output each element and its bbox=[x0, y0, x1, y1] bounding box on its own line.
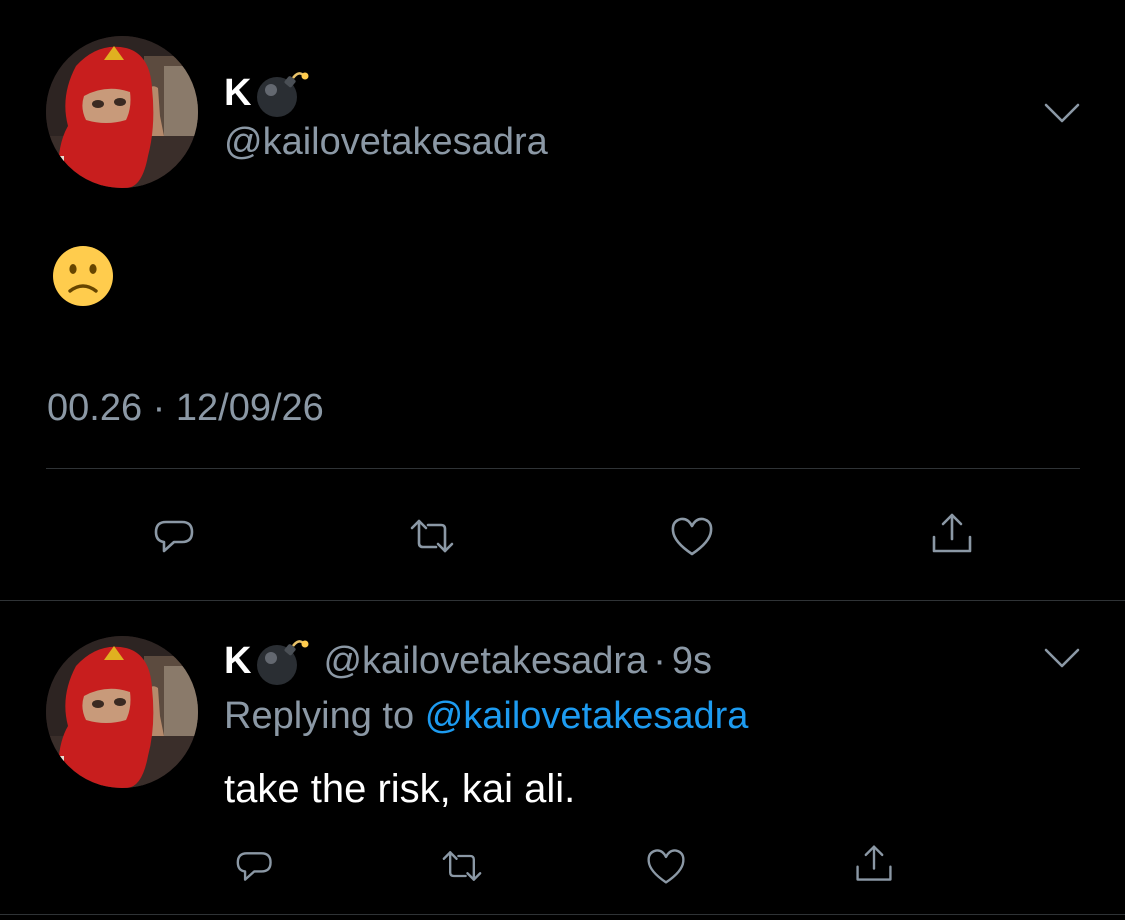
like-button[interactable] bbox=[664, 510, 720, 562]
reply-header: K @kailovetakesadra · 9s bbox=[224, 636, 712, 686]
replying-prefix: Replying to bbox=[224, 695, 415, 737]
retweet-icon bbox=[442, 851, 482, 881]
divider bbox=[0, 600, 1125, 601]
tweet-timestamp[interactable]: 00.26 · 12/09/26 bbox=[47, 386, 324, 430]
bomb-icon bbox=[256, 639, 311, 686]
reply-icon bbox=[236, 852, 272, 881]
divider bbox=[46, 468, 1080, 469]
retweet-button[interactable] bbox=[436, 842, 488, 890]
chevron-down-icon[interactable] bbox=[1044, 647, 1080, 669]
display-name[interactable]: K bbox=[224, 68, 311, 118]
bomb-icon bbox=[256, 71, 311, 118]
chevron-down-icon[interactable] bbox=[1044, 102, 1080, 124]
display-name-text: K bbox=[224, 72, 252, 114]
like-button[interactable] bbox=[640, 842, 692, 890]
retweet-button[interactable] bbox=[404, 510, 460, 562]
share-button[interactable] bbox=[924, 506, 980, 562]
reply-icon bbox=[154, 520, 194, 553]
retweet-icon bbox=[410, 519, 454, 553]
like-icon bbox=[671, 517, 713, 556]
slightly-frowning-face-icon bbox=[53, 246, 113, 306]
tweet-time-ago[interactable]: 9s bbox=[672, 639, 712, 683]
share-icon bbox=[856, 845, 892, 881]
user-handle[interactable]: @kailovetakesadra bbox=[224, 120, 548, 164]
like-icon bbox=[647, 849, 685, 884]
display-name-text[interactable]: K bbox=[224, 639, 251, 683]
reply-button[interactable] bbox=[230, 842, 282, 890]
avatar[interactable] bbox=[46, 36, 198, 188]
user-handle[interactable]: @kailovetakesadra bbox=[323, 639, 647, 683]
separator-dot: · bbox=[653, 640, 666, 682]
divider bbox=[0, 914, 1125, 915]
tweet-text: take the risk, kai ali. bbox=[224, 767, 576, 811]
share-icon bbox=[932, 513, 972, 553]
avatar[interactable] bbox=[46, 636, 198, 788]
share-button[interactable] bbox=[848, 838, 900, 890]
replying-to: Replying to @kailovetakesadra bbox=[224, 694, 748, 738]
reply-button[interactable] bbox=[148, 510, 204, 562]
mention-link[interactable]: @kailovetakesadra bbox=[425, 695, 749, 737]
